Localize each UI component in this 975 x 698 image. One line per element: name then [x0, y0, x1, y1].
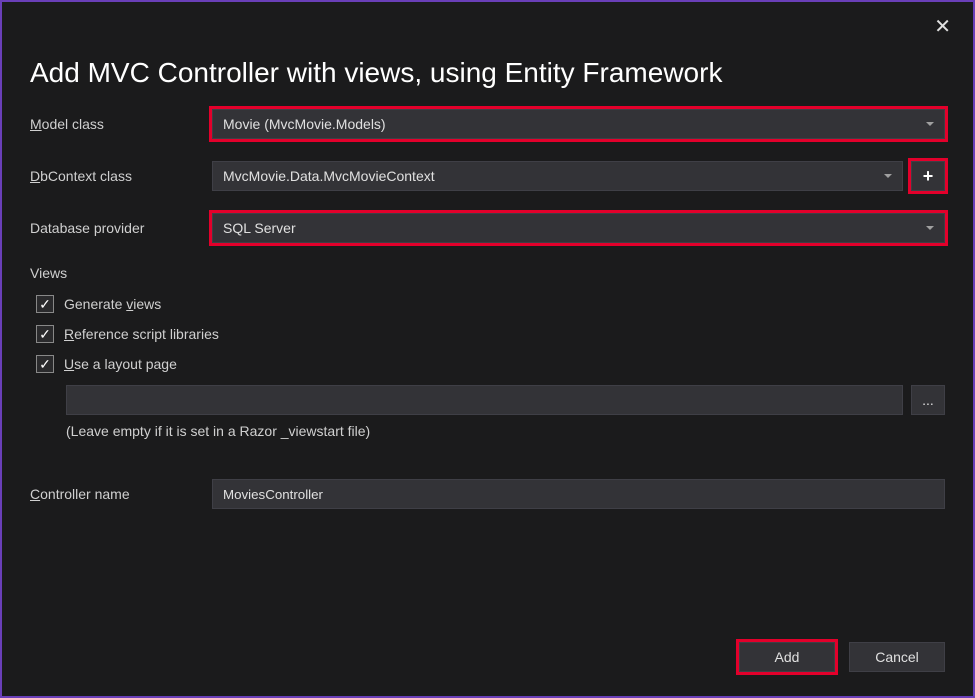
database-provider-value: SQL Server	[223, 220, 296, 236]
database-provider-row: Database provider SQL Server	[30, 213, 945, 243]
model-class-label: Model class	[30, 116, 212, 132]
generate-views-row: ✓ Generate views	[36, 295, 945, 313]
chevron-down-icon	[926, 226, 934, 230]
add-button[interactable]: Add	[739, 642, 835, 672]
layout-path-row: ...	[66, 385, 945, 415]
browse-layout-button[interactable]: ...	[911, 385, 945, 415]
model-class-value: Movie (MvcMovie.Models)	[223, 116, 386, 132]
reference-script-row: ✓ Reference script libraries	[36, 325, 945, 343]
chevron-down-icon	[926, 122, 934, 126]
model-class-row: Model class Movie (MvcMovie.Models)	[30, 109, 945, 139]
plus-icon: +	[923, 166, 934, 187]
close-button[interactable]: ✕	[926, 10, 959, 43]
use-layout-label: Use a layout page	[64, 356, 177, 372]
ellipsis-icon: ...	[922, 392, 934, 408]
reference-script-checkbox[interactable]: ✓	[36, 325, 54, 343]
dbcontext-row: DbContext class MvcMovie.Data.MvcMovieCo…	[30, 161, 945, 191]
model-class-select[interactable]: Movie (MvcMovie.Models)	[212, 109, 945, 139]
form-area: Model class Movie (MvcMovie.Models) DbCo…	[2, 109, 973, 509]
use-layout-row: ✓ Use a layout page	[36, 355, 945, 373]
dialog-title: Add MVC Controller with views, using Ent…	[2, 2, 973, 109]
layout-path-input[interactable]	[66, 385, 903, 415]
chevron-down-icon	[884, 174, 892, 178]
controller-name-label: Controller name	[30, 486, 212, 502]
cancel-button[interactable]: Cancel	[849, 642, 945, 672]
check-icon: ✓	[39, 296, 51, 313]
button-bar: Add Cancel	[739, 642, 945, 672]
controller-name-row: Controller name	[30, 479, 945, 509]
controller-name-input[interactable]	[212, 479, 945, 509]
database-provider-label: Database provider	[30, 220, 212, 236]
reference-script-label: Reference script libraries	[64, 326, 219, 342]
generate-views-label: Generate views	[64, 296, 161, 312]
check-icon: ✓	[39, 356, 51, 373]
add-dbcontext-button[interactable]: +	[911, 161, 945, 191]
layout-hint: (Leave empty if it is set in a Razor _vi…	[66, 423, 945, 439]
check-icon: ✓	[39, 326, 51, 343]
views-section-label: Views	[30, 265, 945, 281]
dbcontext-select[interactable]: MvcMovie.Data.MvcMovieContext	[212, 161, 903, 191]
database-provider-select[interactable]: SQL Server	[212, 213, 945, 243]
dbcontext-label: DbContext class	[30, 168, 212, 184]
dbcontext-value: MvcMovie.Data.MvcMovieContext	[223, 168, 435, 184]
close-icon: ✕	[934, 16, 951, 38]
use-layout-checkbox[interactable]: ✓	[36, 355, 54, 373]
generate-views-checkbox[interactable]: ✓	[36, 295, 54, 313]
